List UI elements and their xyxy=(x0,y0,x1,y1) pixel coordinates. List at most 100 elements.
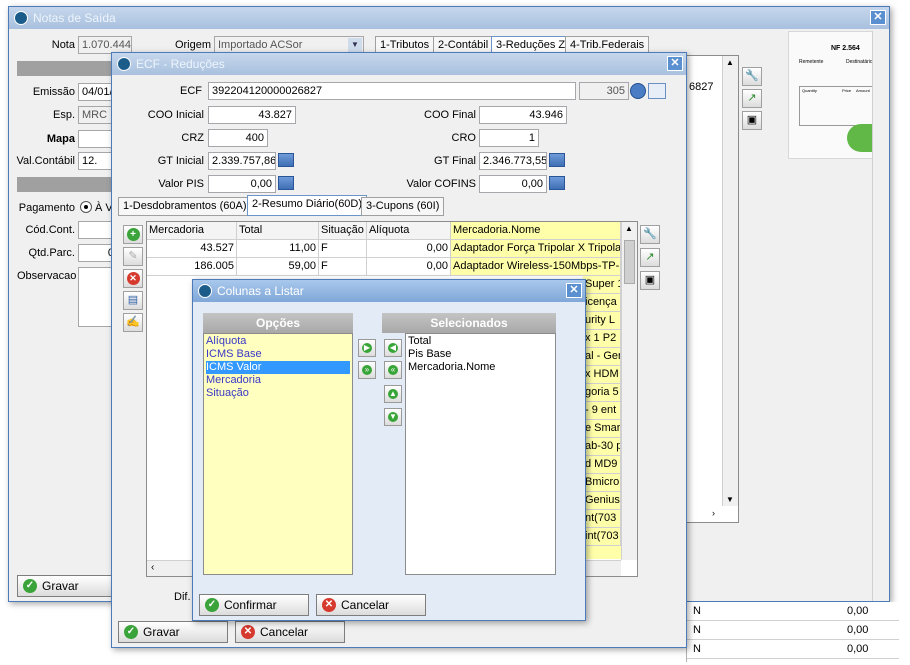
list-item[interactable]: al - Gera xyxy=(583,348,621,366)
cell-total[interactable]: 59,00 xyxy=(237,258,319,276)
list-item[interactable]: BmicroU xyxy=(583,474,621,492)
list-item-selected[interactable]: ICMS Valor xyxy=(206,361,350,374)
move-left-button[interactable]: ◀ xyxy=(384,339,402,357)
ecf-titlebar[interactable]: ECF - Reduções ✕ xyxy=(112,53,686,75)
columns-button[interactable]: ▤ xyxy=(123,291,143,310)
cell-total[interactable]: 11,00 xyxy=(237,240,319,258)
col-header-situacao[interactable]: Situação xyxy=(319,222,367,240)
cell-mercadoria-nome[interactable]: Adaptador Força Tripolar X Tripolar xyxy=(451,240,621,258)
print-button[interactable]: ▣ xyxy=(640,271,660,290)
tab-resumo-diario[interactable]: 2-Resumo Diário(60D) xyxy=(247,195,368,216)
calculator-icon[interactable] xyxy=(549,176,565,190)
move-down-button[interactable]: ▼ xyxy=(384,408,402,426)
scroll-thumb[interactable] xyxy=(624,240,635,284)
edit-button[interactable]: ✎ xyxy=(123,247,143,266)
ecf-cancelar-button[interactable]: ✕ Cancelar xyxy=(235,621,345,643)
move-up-button[interactable]: ▲ xyxy=(384,385,402,403)
valor-pis-field[interactable]: 0,00 xyxy=(208,175,276,193)
search-tool-button[interactable]: 🔧 xyxy=(742,67,762,86)
calculator-icon[interactable] xyxy=(549,153,565,167)
valor-cofins-field[interactable]: 0,00 xyxy=(479,175,547,193)
list-item[interactable]: Genius xyxy=(583,492,621,510)
ecf-field[interactable]: 392204120000026827 xyxy=(208,82,576,100)
col-header-mercadoria-nome[interactable]: Mercadoria.Nome xyxy=(451,222,621,240)
cell-mercadoria[interactable]: 186.005 xyxy=(147,258,237,276)
move-all-left-button[interactable]: « xyxy=(384,361,402,379)
list-item[interactable]: Mercadoria xyxy=(206,374,350,387)
tab-desdobramentos[interactable]: 1-Desdobramentos (60A) xyxy=(118,197,252,216)
scroll-down-icon[interactable]: ▼ xyxy=(726,495,734,504)
col-header-mercadoria[interactable]: Mercadoria xyxy=(147,222,237,240)
list-item[interactable]: x HDM xyxy=(583,366,621,384)
calculator-icon[interactable] xyxy=(278,153,294,167)
scroll-up-icon[interactable]: ▲ xyxy=(726,58,734,67)
list-item[interactable]: d MD9 xyxy=(583,456,621,474)
col-header-total[interactable]: Total xyxy=(237,222,319,240)
search-tool-button[interactable]: 🔧 xyxy=(640,225,660,244)
outer-vertical-scrollbar[interactable] xyxy=(872,31,888,601)
print-button[interactable]: ▣ xyxy=(742,111,762,130)
list-item[interactable]: Super 1 xyxy=(583,276,621,294)
opcoes-list[interactable]: Alíquota ICMS Base ICMS Valor Mercadoria… xyxy=(203,333,353,575)
list-item[interactable]: Situação xyxy=(206,387,350,400)
gt-final-field[interactable]: 2.346.773,55 xyxy=(479,152,547,170)
scroll-left-icon[interactable]: ‹ xyxy=(151,562,154,573)
coo-final-field[interactable]: 43.946 xyxy=(479,106,567,124)
ecf-gravar-button[interactable]: ✓ Gravar xyxy=(118,621,228,643)
list-item[interactable]: icença xyxy=(583,294,621,312)
vertical-scrollbar[interactable]: ▲ ▼ xyxy=(722,56,738,506)
confirmar-button[interactable]: ✓ Confirmar xyxy=(199,594,309,616)
coo-inicial-field[interactable]: 43.827 xyxy=(208,106,296,124)
scroll-up-icon[interactable]: ▲ xyxy=(625,224,633,233)
calculator-icon[interactable] xyxy=(278,176,294,190)
list-item[interactable]: - 9 ent xyxy=(583,402,621,420)
list-item[interactable]: Alíquota xyxy=(206,335,350,348)
grid-vertical-scrollbar[interactable]: ▲ xyxy=(621,222,637,560)
list-item[interactable]: int(703 xyxy=(583,528,621,546)
notes-button[interactable]: ✍ xyxy=(123,313,143,332)
move-all-right-button[interactable]: » xyxy=(358,361,376,379)
notas-saida-titlebar[interactable]: Notas de Saída ✕ xyxy=(9,7,889,29)
list-item[interactable]: ICMS Base xyxy=(206,348,350,361)
table-row[interactable]: N 0,00 xyxy=(687,602,899,621)
list-item[interactable]: e Smar xyxy=(583,420,621,438)
close-icon[interactable]: ✕ xyxy=(566,283,582,298)
cell-situacao[interactable]: F xyxy=(319,258,367,276)
cell-mercadoria[interactable]: 43.527 xyxy=(147,240,237,258)
close-icon[interactable]: ✕ xyxy=(667,56,683,71)
list-item[interactable]: nt(703 xyxy=(583,510,621,528)
chevron-down-icon[interactable]: ▼ xyxy=(348,38,362,52)
selecionados-list[interactable]: Total Pis Base Mercadoria.Nome xyxy=(405,333,556,575)
gt-inicial-field[interactable]: 2.339.757,86 xyxy=(208,152,276,170)
export-button[interactable]: ↗ xyxy=(640,248,660,267)
table-row[interactable]: N 0,00 xyxy=(687,621,899,640)
outer-gravar-button[interactable]: ✓ Gravar xyxy=(17,575,113,597)
colunas-titlebar[interactable]: Colunas a Listar ✕ xyxy=(193,280,585,302)
list-item[interactable]: x 1 P2 xyxy=(583,330,621,348)
colunas-cancelar-button[interactable]: ✕ Cancelar xyxy=(316,594,426,616)
export-button[interactable]: ↗ xyxy=(742,89,762,108)
move-right-button[interactable]: ▶ xyxy=(358,339,376,357)
cell-aliquota[interactable]: 0,00 xyxy=(367,240,451,258)
cro-field[interactable]: 1 xyxy=(479,129,539,147)
list-item[interactable]: Pis Base xyxy=(408,348,553,361)
scroll-right-icon[interactable]: › xyxy=(712,508,715,518)
list-item[interactable]: ab-30 p xyxy=(583,438,621,456)
crz-field[interactable]: 400 xyxy=(208,129,268,147)
add-button[interactable]: + xyxy=(123,225,143,244)
cell-situacao[interactable]: F xyxy=(319,240,367,258)
list-icon[interactable] xyxy=(648,83,666,99)
cell-aliquota[interactable]: 0,00 xyxy=(367,258,451,276)
cell-mercadoria-nome[interactable]: Adaptador Wireless-150Mbps-TP-L xyxy=(451,258,621,276)
list-item[interactable]: goria 5 xyxy=(583,384,621,402)
delete-button[interactable]: ✕ xyxy=(123,269,143,288)
list-item[interactable]: Mercadoria.Nome xyxy=(408,361,553,374)
close-icon[interactable]: ✕ xyxy=(870,10,886,25)
list-item[interactable]: urity L xyxy=(583,312,621,330)
pagamento-radio[interactable] xyxy=(80,201,92,213)
table-row[interactable]: N 0,00 xyxy=(687,640,899,659)
search-icon[interactable] xyxy=(630,83,646,99)
ecf-code-field[interactable]: 305 xyxy=(579,82,629,100)
col-header-aliquota[interactable]: Alíquota xyxy=(367,222,451,240)
tab-cupons[interactable]: 3-Cupons (60I) xyxy=(361,197,445,216)
